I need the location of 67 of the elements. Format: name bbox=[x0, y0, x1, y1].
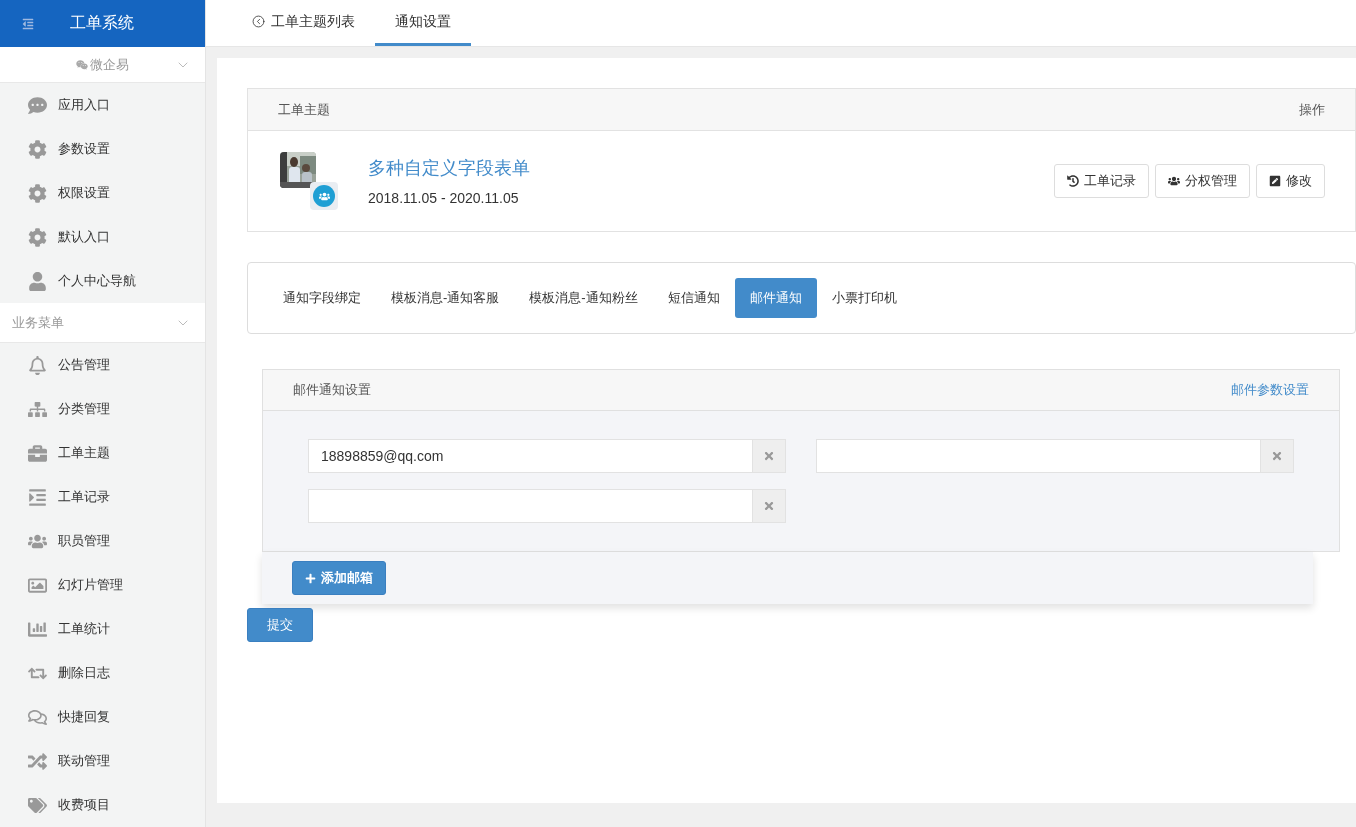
chat-bubble-icon bbox=[26, 95, 48, 115]
notify-tab[interactable]: 小票打印机 bbox=[816, 278, 912, 318]
sidebar-item[interactable]: 默认入口 bbox=[0, 215, 205, 259]
sidebar-item[interactable]: 收费项目 bbox=[0, 783, 205, 827]
settings-link[interactable]: 邮件参数设置 bbox=[1231, 381, 1309, 399]
notify-tab[interactable]: 短信通知 bbox=[652, 278, 735, 318]
sidebar-item[interactable]: 幻灯片管理 bbox=[0, 563, 205, 607]
sidebar-item[interactable]: 分类管理 bbox=[0, 387, 205, 431]
email-field[interactable] bbox=[816, 439, 1261, 473]
close-icon bbox=[1271, 450, 1283, 462]
nav-tab[interactable]: 工单主题列表 bbox=[232, 0, 375, 46]
shuffle-icon bbox=[26, 751, 48, 771]
chat-icon bbox=[76, 58, 88, 71]
action-button[interactable]: 工单记录 bbox=[1054, 164, 1149, 198]
remove-button[interactable] bbox=[753, 489, 786, 523]
sidebar-item[interactable]: 联动管理 bbox=[0, 739, 205, 783]
email-field[interactable] bbox=[308, 489, 753, 523]
tags-icon bbox=[26, 795, 48, 815]
sidebar-item[interactable]: 删除日志 bbox=[0, 651, 205, 695]
history-icon bbox=[1067, 175, 1079, 187]
notify-tab[interactable]: 通知字段绑定 bbox=[268, 278, 376, 318]
sitemap-icon bbox=[26, 399, 48, 419]
gear-icon bbox=[26, 183, 48, 203]
briefcase-icon bbox=[26, 443, 48, 463]
topic-title: 多种自定义字段表单 bbox=[368, 157, 531, 180]
panel-title: 邮件通知设置 bbox=[293, 381, 371, 399]
person-icon bbox=[26, 271, 48, 291]
action-button[interactable]: 修改 bbox=[1256, 164, 1325, 198]
menu-icon[interactable] bbox=[22, 17, 34, 30]
notify-tab[interactable]: 模板消息-通知粉丝 bbox=[514, 278, 653, 318]
sidebar-item[interactable]: 应用入口 bbox=[0, 83, 205, 127]
indent-icon bbox=[26, 487, 48, 507]
submit-button[interactable]: 提交 bbox=[247, 608, 313, 642]
remove-button[interactable] bbox=[1261, 439, 1294, 473]
edit-icon bbox=[1269, 175, 1281, 187]
action-button[interactable]: 分权管理 bbox=[1155, 164, 1250, 198]
plus-icon bbox=[305, 572, 316, 584]
sidebar-item[interactable]: 公告管理 bbox=[0, 343, 205, 387]
sidebar-item[interactable]: 权限设置 bbox=[0, 171, 205, 215]
sidebar-item[interactable]: 职员管理 bbox=[0, 519, 205, 563]
date-range: 2018.11.05 - 2020.11.05 bbox=[368, 190, 520, 206]
email-field[interactable]: 18898859@qq.com bbox=[308, 439, 753, 473]
people-icon bbox=[1168, 175, 1180, 187]
gear-icon bbox=[26, 227, 48, 247]
sidebar-item[interactable]: 个人中心导航 bbox=[0, 259, 205, 303]
column-header: 工单主题 bbox=[278, 100, 330, 119]
close-icon bbox=[763, 500, 775, 512]
sidebar-item[interactable]: 工单记录 bbox=[0, 475, 205, 519]
gear-icon bbox=[26, 139, 48, 159]
sidebar-item[interactable]: 快捷回复 bbox=[0, 695, 205, 739]
close-icon bbox=[763, 450, 775, 462]
sidebar-item[interactable]: 参数设置 bbox=[0, 127, 205, 171]
app-title: 工单系统 bbox=[70, 13, 134, 33]
sidebar-item[interactable]: 工单主题 bbox=[0, 431, 205, 475]
badge-icon bbox=[310, 182, 338, 210]
add-email-button[interactable]: 添加邮箱 bbox=[292, 561, 386, 595]
sidebar-item[interactable]: 工单统计 bbox=[0, 607, 205, 651]
bell-icon bbox=[26, 355, 48, 375]
nav-tab[interactable]: 通知设置 bbox=[375, 0, 471, 46]
notify-tab[interactable]: 模板消息-通知客服 bbox=[376, 278, 515, 318]
remove-button[interactable] bbox=[753, 439, 786, 473]
notify-tab[interactable]: 邮件通知 bbox=[734, 278, 817, 318]
image-icon bbox=[26, 575, 48, 595]
back-icon bbox=[252, 15, 265, 28]
bar-chart-icon bbox=[26, 619, 48, 639]
speech-bubbles-icon bbox=[26, 707, 48, 727]
column-header: 操作 bbox=[1299, 100, 1325, 119]
